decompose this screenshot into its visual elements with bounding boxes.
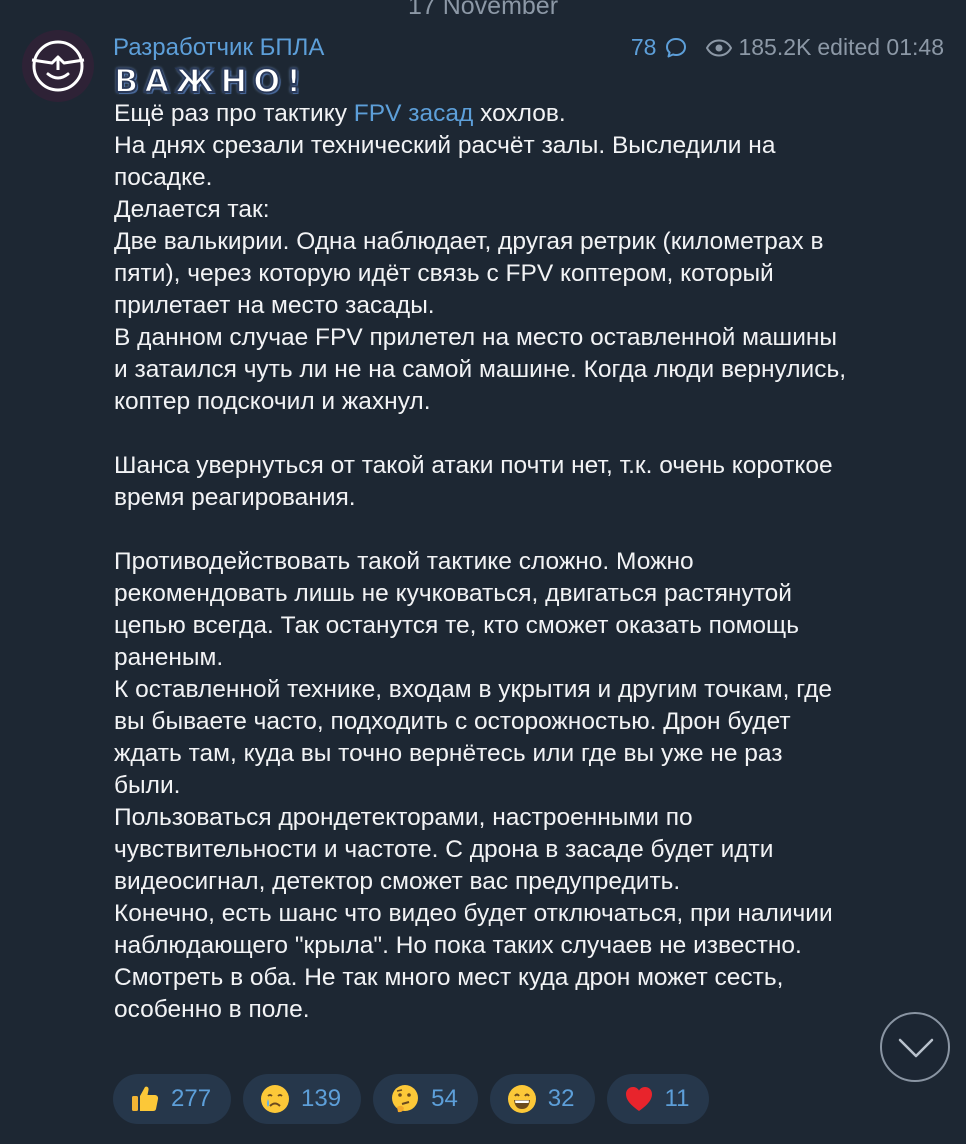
reaction-thumbs-up[interactable]: 277 <box>113 1074 232 1124</box>
reaction-count: 11 <box>664 1085 690 1112</box>
reaction-red-heart[interactable]: 11 <box>606 1074 710 1124</box>
post-paragraph: Шанса увернуться от такой атаки почти не… <box>114 452 833 511</box>
crying-face-icon <box>261 1085 290 1113</box>
post-headline: ВАЖНО! <box>113 61 307 101</box>
reaction-grinning-face[interactable]: 32 <box>489 1074 595 1124</box>
views: 185.2K edited 01:48 <box>706 34 944 61</box>
thinking-face-icon <box>392 1085 419 1113</box>
channel-name[interactable]: Разработчик БПЛА <box>113 34 324 62</box>
post-paragraph: Смотреть в оба. Не так много мест куда д… <box>114 964 784 1023</box>
post-paragraph: В данном случае FPV прилетел на место ос… <box>114 324 847 415</box>
post-paragraph: Противодействовать такой тактике сложно.… <box>114 548 799 671</box>
views-count: 185.2K <box>738 34 812 60</box>
propeller-logo-icon <box>31 40 85 92</box>
hashtag-link[interactable]: FPV засад <box>354 100 474 127</box>
reaction-count: 54 <box>431 1085 458 1112</box>
post-paragraph: Две валькирии. Одна наблюдает, другая ре… <box>114 228 824 319</box>
date-label: 17 November <box>407 0 559 20</box>
post-paragraph: Пользоваться дрондетекторами, настроенны… <box>114 804 774 895</box>
post-paragraph: К оставленной технике, входам в укрытия … <box>114 676 833 799</box>
reaction-count: 277 <box>171 1085 212 1112</box>
thumbs-up-icon <box>132 1086 159 1111</box>
red-heart-icon <box>625 1087 652 1111</box>
grinning-face-icon <box>507 1085 536 1113</box>
post-paragraph: На днях срезали технический расчёт залы.… <box>114 132 776 191</box>
chevron-down-icon <box>898 1038 934 1058</box>
reaction-crying-face[interactable]: 139 <box>243 1074 362 1124</box>
reactions-bar: 277 139 54 32 11 <box>113 1074 721 1124</box>
post-body: Ещё раз про тактику FPV засад хохлов. На… <box>114 98 854 1026</box>
eye-icon <box>706 38 733 57</box>
post-paragraph: Конечно, есть шанс что видео будет отклю… <box>114 900 833 959</box>
post-paragraph: Делается так: <box>114 196 270 223</box>
post-meta: 78 185.2K edited 01:48 <box>631 34 944 61</box>
reaction-thinking-face[interactable]: 54 <box>373 1074 478 1124</box>
post-text: Ещё раз про тактику <box>114 100 354 127</box>
replies-count: 78 <box>630 34 657 60</box>
scroll-down-button[interactable] <box>880 1012 950 1082</box>
post-text: хохлов. <box>473 100 566 127</box>
edited-time: edited 01:48 <box>817 34 944 60</box>
reaction-count: 32 <box>547 1085 575 1112</box>
replies-button[interactable]: 78 <box>631 34 689 61</box>
comment-bubble-icon <box>666 37 687 57</box>
channel-avatar[interactable] <box>22 30 94 102</box>
post-paragraph: Ещё раз про тактику FPV засад хохлов. <box>114 98 854 130</box>
reaction-count: 139 <box>301 1085 342 1112</box>
post-header: Разработчик БПЛА 78 185.2K edited 01:48 <box>113 32 944 66</box>
